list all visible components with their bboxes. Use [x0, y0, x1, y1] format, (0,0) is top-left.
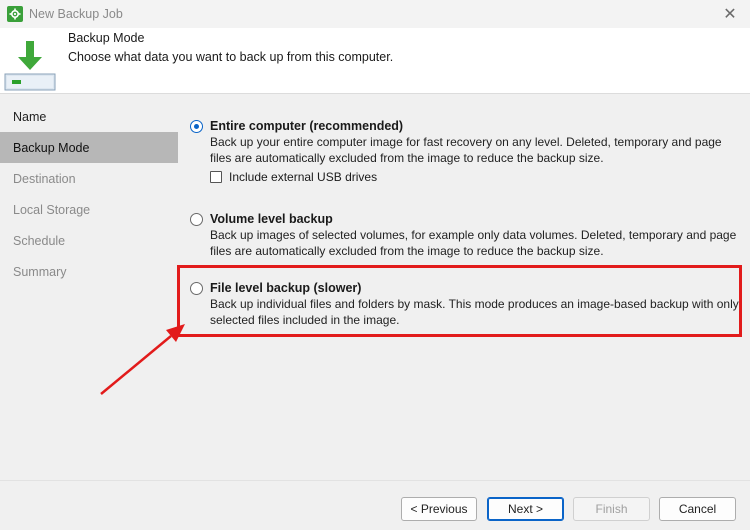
include-usb-checkbox[interactable] — [210, 171, 222, 183]
title-bar: New Backup Job ✕ — [0, 0, 750, 28]
wizard-header: Backup Mode Choose what data you want to… — [0, 28, 750, 94]
annotation-arrow — [100, 324, 185, 395]
sidebar-item-schedule[interactable]: Schedule — [0, 225, 178, 256]
option-title: Entire computer (recommended) — [210, 119, 404, 133]
gear-icon — [7, 6, 23, 22]
backup-download-icon — [4, 41, 56, 91]
next-button[interactable]: Next > — [487, 497, 564, 521]
close-icon[interactable]: ✕ — [720, 4, 740, 24]
sidebar-item-destination[interactable]: Destination — [0, 163, 178, 194]
wizard-steps-sidebar: Name Backup Mode Destination Local Stora… — [0, 101, 178, 479]
page-subtitle: Choose what data you want to back up fro… — [68, 50, 394, 64]
previous-button[interactable]: < Previous — [401, 497, 477, 521]
cancel-button[interactable]: Cancel — [659, 497, 736, 521]
annotation-highlight-box — [177, 265, 742, 337]
sidebar-item-backup-mode[interactable]: Backup Mode — [0, 132, 178, 163]
option-description: Back up images of selected volumes, for … — [210, 228, 737, 258]
option-title: Volume level backup — [210, 212, 333, 226]
option-description: Back up your entire computer image for f… — [210, 135, 722, 165]
include-usb-label: Include external USB drives — [229, 170, 378, 184]
wizard-footer: < Previous Next > Finish Cancel — [0, 480, 750, 530]
finish-button[interactable]: Finish — [573, 497, 650, 521]
sidebar-item-name[interactable]: Name — [0, 101, 178, 132]
option-volume-level[interactable]: Volume level backup Back up images of se… — [190, 212, 746, 263]
volume-level-radio[interactable] — [190, 213, 203, 226]
entire-computer-radio[interactable] — [190, 120, 203, 133]
usb-drives-checkbox-row[interactable]: Include external USB drives — [210, 170, 377, 184]
sidebar-item-local-storage[interactable]: Local Storage — [0, 194, 178, 225]
window-title: New Backup Job — [29, 7, 123, 21]
page-title: Backup Mode — [68, 31, 145, 45]
sidebar-item-summary[interactable]: Summary — [0, 256, 178, 287]
